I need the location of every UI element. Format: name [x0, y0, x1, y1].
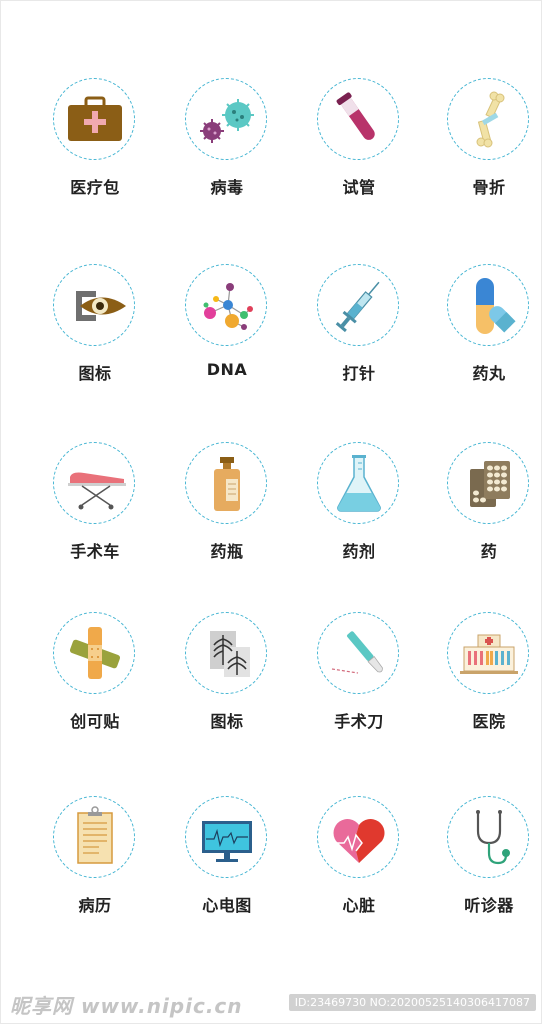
watermark-id: ID:23469730 NO:20200525140306417087 — [288, 994, 536, 1011]
watermark-footer: 昵享网 www.nipic.cn ID:23469730 NO:20200525… — [0, 986, 542, 1024]
xray-icon — [185, 612, 267, 694]
medicine-bottle-icon — [185, 442, 267, 524]
icon-label: 药 — [480, 542, 498, 561]
watermark-logo: 昵享网 www.nipic.cn — [10, 994, 243, 1018]
icon-label: 医疗包 — [70, 178, 120, 197]
bone-fracture-icon — [447, 78, 529, 160]
icon-tile-hospital[interactable]: 医院 — [429, 612, 542, 752]
icon-tile-stethoscope[interactable]: 听诊器 — [429, 796, 542, 936]
icon-label: 听诊器 — [464, 896, 514, 915]
icon-label: 手术刀 — [334, 712, 384, 731]
icon-label: 手术车 — [70, 542, 120, 561]
icon-tile-first-aid-kit[interactable]: 医疗包 — [35, 78, 155, 218]
icon-tile-flask[interactable]: 药剂 — [299, 442, 419, 582]
medical-record-icon — [53, 796, 135, 878]
icon-tile-eye[interactable]: 图标 — [35, 264, 155, 404]
icon-label: DNA — [206, 360, 248, 379]
eye-icon — [53, 264, 135, 346]
icon-label: 药丸 — [472, 364, 506, 383]
icon-label: 试管 — [342, 178, 376, 197]
hospital-icon — [447, 612, 529, 694]
icon-label: 药瓶 — [210, 542, 244, 561]
pill-blister-icon — [447, 442, 529, 524]
icon-tile-capsule[interactable]: 药丸 — [429, 264, 542, 404]
test-tube-icon — [317, 78, 399, 160]
icon-label: 药剂 — [342, 542, 376, 561]
icon-label: 医院 — [472, 712, 506, 731]
icon-label: 图标 — [210, 712, 244, 731]
bandage-icon — [53, 612, 135, 694]
syringe-icon — [317, 264, 399, 346]
ecg-monitor-icon — [185, 796, 267, 878]
icon-label: 心电图 — [202, 896, 252, 915]
icon-label: 病历 — [78, 896, 112, 915]
icon-tile-medicine-bottle[interactable]: 药瓶 — [167, 442, 287, 582]
surgical-cart-icon — [53, 442, 135, 524]
first-aid-kit-icon — [53, 78, 135, 160]
icon-tile-surgical-cart[interactable]: 手术车 — [35, 442, 155, 582]
icon-tile-bone-fracture[interactable]: 骨折 — [429, 78, 542, 218]
stethoscope-icon — [447, 796, 529, 878]
icon-label: 病毒 — [210, 178, 244, 197]
icon-tile-virus[interactable]: 病毒 — [167, 78, 287, 218]
icon-tile-medical-record[interactable]: 病历 — [35, 796, 155, 936]
broken-heart-icon — [317, 796, 399, 878]
virus-icon — [185, 78, 267, 160]
icon-tile-bandage[interactable]: 创可贴 — [35, 612, 155, 752]
icon-tile-broken-heart[interactable]: 心脏 — [299, 796, 419, 936]
icon-tile-syringe[interactable]: 打针 — [299, 264, 419, 404]
icon-label: 图标 — [78, 364, 112, 383]
icon-label: 心脏 — [342, 896, 376, 915]
icon-label: 创可贴 — [70, 712, 120, 731]
dna-molecule-icon — [185, 264, 267, 346]
icon-label: 打针 — [342, 364, 376, 383]
capsule-icon — [447, 264, 529, 346]
icon-tile-pill-blister[interactable]: 药 — [429, 442, 542, 582]
icon-label: 骨折 — [472, 178, 506, 197]
flask-icon — [317, 442, 399, 524]
icon-tile-scalpel[interactable]: 手术刀 — [299, 612, 419, 752]
icon-tile-xray[interactable]: 图标 — [167, 612, 287, 752]
icon-tile-ecg-monitor[interactable]: 心电图 — [167, 796, 287, 936]
icon-tile-dna[interactable]: DNA — [167, 264, 287, 404]
scalpel-icon — [317, 612, 399, 694]
icon-tile-test-tube[interactable]: 试管 — [299, 78, 419, 218]
